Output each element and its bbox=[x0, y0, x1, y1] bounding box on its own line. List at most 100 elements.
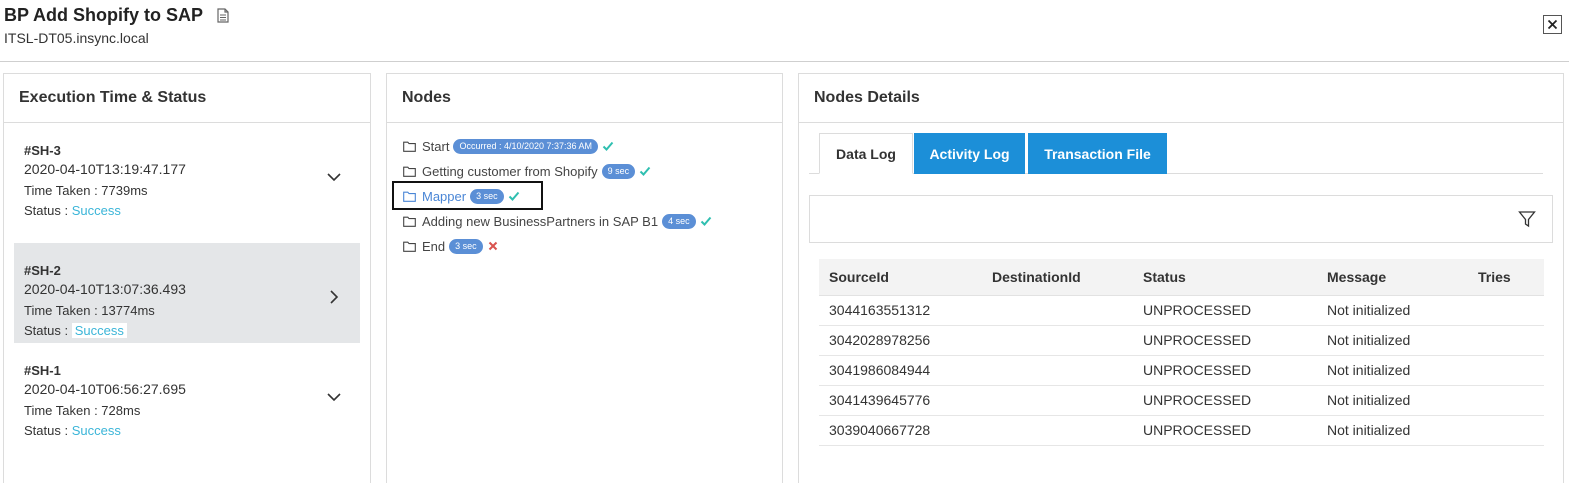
node-badge: Occurred : 4/10/2020 7:37:36 AM bbox=[453, 138, 599, 154]
execution-panel: Execution Time & Status #SH-3 2020-04-10… bbox=[3, 73, 371, 483]
close-icon bbox=[1547, 19, 1558, 30]
dialog-header: BP Add Shopify to SAP ITSL-DT05.insync.l… bbox=[0, 0, 1569, 62]
node-badge: 4 sec bbox=[662, 213, 696, 229]
execution-id: #SH-2 bbox=[24, 263, 61, 278]
nodes-panel: Nodes Start Occurred : 4/10/2020 7:37:36… bbox=[386, 73, 783, 483]
status-value: Success bbox=[71, 423, 121, 438]
status-value: Success bbox=[71, 203, 121, 218]
table-row[interactable]: 3041986084944 UNPROCESSED Not initialize… bbox=[819, 355, 1544, 386]
node-label: Start bbox=[422, 138, 450, 154]
cell-destinationid bbox=[992, 415, 1143, 446]
tab-transaction-file[interactable]: Transaction File bbox=[1028, 133, 1167, 174]
table-row[interactable]: 3041439645776 UNPROCESSED Not initialize… bbox=[819, 385, 1544, 416]
chevron-right-icon[interactable] bbox=[326, 289, 342, 305]
data-log-table: SourceId DestinationId Status Message Tr… bbox=[819, 259, 1544, 446]
table-row[interactable]: 3039040667728 UNPROCESSED Not initialize… bbox=[819, 415, 1544, 446]
status-label: Status : bbox=[24, 203, 69, 218]
folder-icon bbox=[403, 216, 416, 227]
execution-status: Status : Success bbox=[24, 323, 127, 338]
node-label: Mapper bbox=[422, 188, 467, 204]
chevron-down-icon[interactable] bbox=[326, 169, 342, 185]
node-start[interactable]: Start Occurred : 4/10/2020 7:37:36 AM bbox=[403, 137, 614, 155]
page-title: BP Add Shopify to SAP bbox=[4, 5, 204, 25]
panel-divider bbox=[387, 122, 782, 123]
cell-message: Not initialized bbox=[1327, 325, 1478, 356]
node-badge: 3 sec bbox=[470, 188, 504, 204]
filter-icon[interactable] bbox=[1518, 210, 1536, 228]
status-value: Success bbox=[71, 323, 127, 338]
node-label: Adding new BusinessPartners in SAP B1 bbox=[422, 213, 659, 229]
cell-message: Not initialized bbox=[1327, 295, 1478, 326]
cell-status: UNPROCESSED bbox=[1143, 325, 1327, 356]
panel-divider bbox=[799, 122, 1563, 123]
execution-status: Status : Success bbox=[24, 423, 121, 438]
column-header-sourceid[interactable]: SourceId bbox=[819, 259, 992, 296]
execution-date: 2020-04-10T13:19:47.177 bbox=[24, 161, 186, 177]
tab-activity-log[interactable]: Activity Log bbox=[914, 133, 1025, 174]
node-label: End bbox=[422, 238, 446, 254]
execution-id: #SH-1 bbox=[24, 363, 61, 378]
document-icon[interactable] bbox=[216, 8, 230, 23]
execution-panel-title: Execution Time & Status bbox=[19, 89, 207, 106]
folder-icon bbox=[403, 141, 416, 152]
cell-tries bbox=[1478, 355, 1544, 386]
status-label: Status : bbox=[24, 323, 69, 338]
node-label: Getting customer from Shopify bbox=[422, 163, 598, 179]
execution-status: Status : Success bbox=[24, 203, 121, 218]
cell-message: Not initialized bbox=[1327, 385, 1478, 416]
cell-tries bbox=[1478, 295, 1544, 326]
node-details-panel: Nodes Details Data Log Activity Log Tran… bbox=[798, 73, 1564, 483]
folder-icon bbox=[403, 166, 416, 177]
cell-sourceid: 3042028978256 bbox=[819, 325, 992, 356]
cell-tries bbox=[1478, 415, 1544, 446]
column-header-destinationid[interactable]: DestinationId bbox=[992, 259, 1143, 296]
tab-data-log[interactable]: Data Log bbox=[819, 133, 913, 174]
node-badge: 3 sec bbox=[449, 238, 483, 254]
node-adding-business-partners[interactable]: Adding new BusinessPartners in SAP B1 4 … bbox=[403, 212, 712, 230]
host-name: ITSL-DT05.insync.local bbox=[4, 30, 149, 46]
cell-message: Not initialized bbox=[1327, 415, 1478, 446]
check-icon bbox=[700, 216, 711, 226]
cell-status: UNPROCESSED bbox=[1143, 385, 1327, 416]
cell-sourceid: 3041439645776 bbox=[819, 385, 992, 416]
cell-destinationid bbox=[992, 355, 1143, 386]
cell-status: UNPROCESSED bbox=[1143, 355, 1327, 386]
execution-date: 2020-04-10T13:07:36.493 bbox=[24, 281, 186, 297]
cell-sourceid: 3039040667728 bbox=[819, 415, 992, 446]
table-row[interactable]: 3042028978256 UNPROCESSED Not initialize… bbox=[819, 325, 1544, 356]
node-details-panel-title: Nodes Details bbox=[814, 89, 920, 106]
node-getting-customer[interactable]: Getting customer from Shopify 9 sec bbox=[403, 162, 651, 180]
table-header-row: SourceId DestinationId Status Message Tr… bbox=[819, 259, 1544, 296]
column-header-tries[interactable]: Tries bbox=[1478, 259, 1544, 296]
execution-time-taken: Time Taken : 728ms bbox=[24, 403, 141, 418]
filter-bar bbox=[809, 195, 1553, 243]
nodes-panel-title: Nodes bbox=[402, 89, 451, 106]
node-end[interactable]: End 3 sec bbox=[403, 237, 499, 255]
cell-destinationid bbox=[992, 385, 1143, 416]
cell-status: UNPROCESSED bbox=[1143, 295, 1327, 326]
cell-tries bbox=[1478, 325, 1544, 356]
cell-destinationid bbox=[992, 295, 1143, 326]
cell-tries bbox=[1478, 385, 1544, 416]
status-label: Status : bbox=[24, 423, 69, 438]
check-icon bbox=[639, 166, 651, 176]
execution-item-sh-1[interactable]: #SH-1 2020-04-10T06:56:27.695 Time Taken… bbox=[14, 343, 360, 443]
execution-time-taken: Time Taken : 7739ms bbox=[24, 183, 148, 198]
cell-destinationid bbox=[992, 325, 1143, 356]
chevron-down-icon[interactable] bbox=[326, 389, 342, 405]
column-header-message[interactable]: Message bbox=[1327, 259, 1478, 296]
cell-sourceid: 3041986084944 bbox=[819, 355, 992, 386]
cell-status: UNPROCESSED bbox=[1143, 415, 1327, 446]
cell-message: Not initialized bbox=[1327, 355, 1478, 386]
execution-item-sh-3[interactable]: #SH-3 2020-04-10T13:19:47.177 Time Taken… bbox=[14, 123, 360, 223]
execution-date: 2020-04-10T06:56:27.695 bbox=[24, 381, 186, 397]
execution-item-sh-2[interactable]: #SH-2 2020-04-10T13:07:36.493 Time Taken… bbox=[14, 243, 360, 343]
close-button[interactable] bbox=[1543, 15, 1562, 34]
node-mapper[interactable]: Mapper 3 sec bbox=[403, 187, 520, 205]
execution-time-taken: Time Taken : 13774ms bbox=[24, 303, 155, 318]
table-row[interactable]: 3044163551312 UNPROCESSED Not initialize… bbox=[819, 295, 1544, 326]
folder-icon bbox=[403, 191, 416, 202]
check-icon bbox=[508, 191, 519, 201]
folder-icon bbox=[403, 241, 416, 252]
column-header-status[interactable]: Status bbox=[1143, 259, 1327, 296]
